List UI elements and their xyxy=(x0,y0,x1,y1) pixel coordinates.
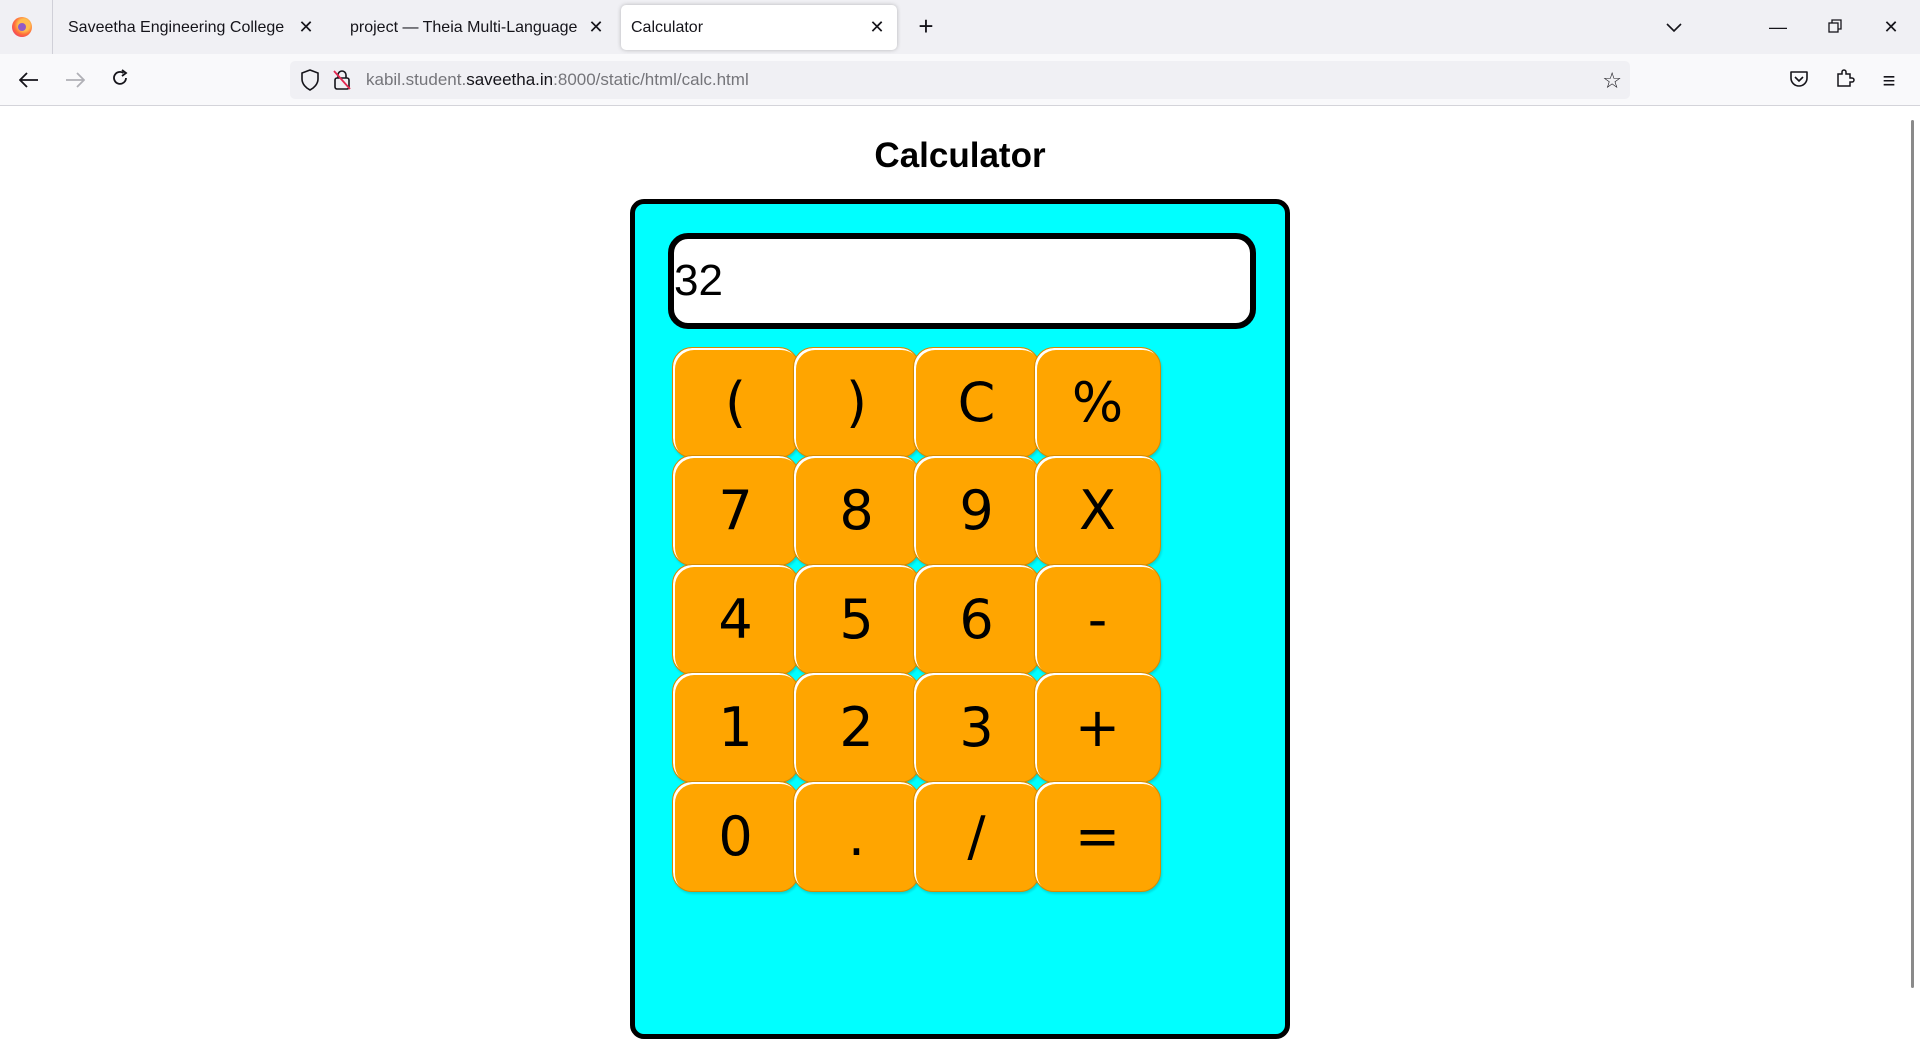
close-icon[interactable]: ✕ xyxy=(294,15,318,39)
pocket-icon[interactable] xyxy=(1784,66,1814,96)
forward-arrow-icon[interactable] xyxy=(60,66,90,96)
calculator-display[interactable]: 32 xyxy=(668,233,1256,329)
tracking-protection-shield-icon[interactable] xyxy=(300,69,320,96)
key-digit-8-button[interactable]: 8 xyxy=(793,455,920,566)
tab-calculator[interactable]: Calculator ✕ xyxy=(621,5,897,50)
url-suffix: :8000/static/html/calc.html xyxy=(553,70,749,89)
key-digit-4-button[interactable]: 4 xyxy=(672,564,799,675)
key-multiply-button[interactable]: X xyxy=(1034,455,1161,566)
tab-title: Saveetha Engineering College xyxy=(68,18,285,36)
key-digit-0-button[interactable]: 0 xyxy=(672,781,799,892)
tab-title: Calculator xyxy=(631,18,704,36)
key-decimal-button[interactable]: . xyxy=(793,781,920,892)
key-digit-3-button[interactable]: 3 xyxy=(913,672,1040,783)
key-subtract-button[interactable]: - xyxy=(1034,564,1161,675)
restore-icon[interactable] xyxy=(1820,12,1850,42)
key-digit-1-button[interactable]: 1 xyxy=(672,672,799,783)
menu-hamburger-icon[interactable]: ≡ xyxy=(1874,66,1904,96)
url-host: saveetha.in xyxy=(466,70,554,89)
window-close-icon[interactable]: ✕ xyxy=(1876,12,1906,42)
bookmark-star-icon[interactable]: ☆ xyxy=(1602,68,1622,94)
reload-icon[interactable] xyxy=(105,66,135,96)
extensions-puzzle-icon[interactable] xyxy=(1830,66,1860,96)
url-prefix: kabil.student. xyxy=(366,70,467,89)
key-digit-6-button[interactable]: 6 xyxy=(913,564,1040,675)
new-tab-button[interactable]: + xyxy=(912,12,940,40)
tab-saveetha[interactable]: Saveetha Engineering College ✕ xyxy=(54,5,326,50)
key-digit-9-button[interactable]: 9 xyxy=(913,455,1040,566)
key-digit-5-button[interactable]: 5 xyxy=(793,564,920,675)
key-digit-2-button[interactable]: 2 xyxy=(793,672,920,783)
key-equals-button[interactable]: = xyxy=(1034,781,1161,892)
list-all-tabs-chevron-down-icon[interactable] xyxy=(1659,12,1689,42)
close-icon[interactable]: ✕ xyxy=(865,15,889,39)
key-open-paren-button[interactable]: ( xyxy=(672,347,799,458)
close-icon[interactable]: ✕ xyxy=(584,15,608,39)
insecure-lock-icon[interactable] xyxy=(332,69,352,96)
page-title: Calculator xyxy=(874,136,1046,175)
page-content: Calculator 32 () C% 7 8 9 X 4 5 6- 1 2 3 +0. / = xyxy=(0,106,1920,1039)
minimize-icon[interactable]: — xyxy=(1763,12,1793,42)
key-add-button[interactable]: + xyxy=(1034,672,1161,783)
key-percent-button[interactable]: % xyxy=(1034,347,1161,458)
url-text[interactable]: kabil.student.saveetha.in:8000/static/ht… xyxy=(366,70,749,90)
scrollbar[interactable] xyxy=(1911,120,1914,988)
key-divide-button[interactable]: / xyxy=(913,781,1040,892)
navigation-bar: kabil.student.saveetha.in:8000/static/ht… xyxy=(0,54,1920,106)
key-digit-7-button[interactable]: 7 xyxy=(672,455,799,566)
key-clear-button[interactable]: C xyxy=(913,347,1040,458)
tab-bar: Saveetha Engineering College ✕ project —… xyxy=(0,0,1920,54)
tab-title: project — Theia Multi-Language Ex xyxy=(350,18,582,36)
key-close-paren-button[interactable]: ) xyxy=(793,347,920,458)
firefox-logo-icon[interactable] xyxy=(12,17,32,37)
tab-project[interactable]: project — Theia Multi-Language Ex ✕ xyxy=(336,5,610,50)
calculator-body: 32 () C% 7 8 9 X 4 5 6- 1 2 3 +0. / = xyxy=(630,199,1290,1039)
back-arrow-icon[interactable] xyxy=(14,66,44,96)
url-bar[interactable]: kabil.student.saveetha.in:8000/static/ht… xyxy=(290,61,1630,99)
divider xyxy=(52,0,53,54)
